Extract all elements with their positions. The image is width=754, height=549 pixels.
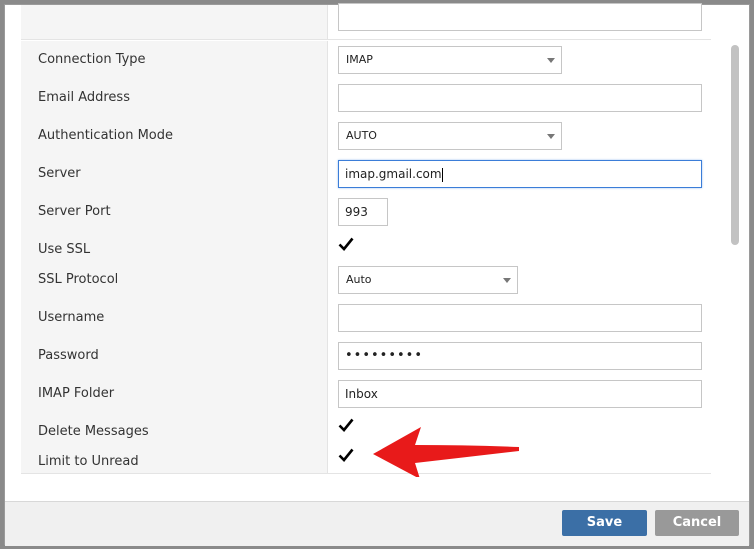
server-field[interactable]: imap.gmail.com (338, 160, 702, 188)
form-row-authentication-mode: Authentication Mode AUTO (21, 117, 712, 156)
form-row-server-port: Server Port 993 (21, 193, 712, 232)
username-field[interactable] (338, 304, 702, 332)
ssl-protocol-value-cell: Auto (327, 261, 712, 299)
use-ssl-label-cell: Use SSL (21, 231, 327, 261)
text-cursor (441, 167, 443, 182)
vertical-scrollbar-thumb[interactable] (731, 45, 739, 245)
imap-folder-field[interactable]: Inbox (338, 380, 702, 408)
limit-to-unread-label: Limit to Unread (38, 454, 139, 469)
use-ssl-value-cell (327, 231, 712, 261)
server-port-value-cell: 993 (327, 193, 712, 231)
chevron-down-icon (547, 58, 555, 63)
server-label-cell: Server (21, 155, 327, 193)
email-address-field[interactable] (338, 84, 702, 112)
chevron-down-icon (503, 278, 511, 283)
form-row-use-ssl: Use SSL (21, 231, 712, 262)
cancel-button[interactable]: Cancel (655, 510, 739, 536)
authentication-mode-label: Authentication Mode (38, 128, 173, 143)
email-settings-dialog: Connection Type IMAP Email Address Authe… (4, 3, 750, 546)
delete-messages-label: Delete Messages (38, 424, 149, 439)
form-row-partial (21, 3, 712, 40)
imap-folder-label: IMAP Folder (38, 386, 115, 401)
password-label: Password (38, 348, 99, 363)
form-row-server: Server imap.gmail.com (21, 155, 712, 194)
form-row-password: Password ••••••••• (21, 337, 712, 376)
authentication-mode-value: AUTO (346, 129, 377, 142)
dialog-footer: Save Cancel (5, 501, 749, 546)
authentication-mode-select[interactable]: AUTO (338, 122, 562, 150)
connection-type-label: Connection Type (38, 52, 146, 67)
server-value: imap.gmail.com (345, 167, 442, 181)
delete-messages-checkbox[interactable] (338, 417, 354, 433)
password-value-cell: ••••••••• (327, 337, 712, 375)
settings-form: Connection Type IMAP Email Address Authe… (21, 3, 712, 475)
connection-type-value-cell: IMAP (327, 41, 712, 79)
authentication-mode-value-cell: AUTO (327, 117, 712, 155)
partial-input-field[interactable] (338, 3, 702, 31)
connection-type-select[interactable]: IMAP (338, 46, 562, 74)
ssl-protocol-select[interactable]: Auto (338, 266, 518, 294)
save-button[interactable]: Save (562, 510, 647, 536)
server-label: Server (38, 166, 81, 181)
email-address-value-cell (327, 79, 712, 117)
server-value-cell: imap.gmail.com (327, 155, 712, 193)
authentication-mode-label-cell: Authentication Mode (21, 117, 327, 155)
imap-folder-value-cell: Inbox (327, 375, 712, 413)
username-label-cell: Username (21, 299, 327, 337)
chevron-down-icon (547, 134, 555, 139)
limit-to-unread-label-cell: Limit to Unread (21, 443, 327, 473)
imap-folder-label-cell: IMAP Folder (21, 375, 327, 413)
server-port-label-cell: Server Port (21, 193, 327, 231)
use-ssl-label: Use SSL (38, 242, 91, 257)
red-arrow-annotation-icon (373, 427, 519, 477)
email-address-label: Email Address (38, 90, 130, 105)
form-row-label-cell (21, 5, 327, 39)
connection-type-value: IMAP (346, 53, 373, 66)
delete-messages-label-cell: Delete Messages (21, 413, 327, 443)
ssl-protocol-label: SSL Protocol (38, 272, 119, 287)
form-row-delete-messages: Delete Messages (21, 413, 712, 444)
form-row-email-address: Email Address (21, 79, 712, 118)
form-row-value-cell (327, 3, 712, 39)
form-row-ssl-protocol: SSL Protocol Auto (21, 261, 712, 300)
form-row-imap-folder: IMAP Folder Inbox (21, 375, 712, 414)
form-row-connection-type: Connection Type IMAP (21, 41, 712, 80)
username-value-cell (327, 299, 712, 337)
email-address-label-cell: Email Address (21, 79, 327, 117)
username-label: Username (38, 310, 105, 325)
password-label-cell: Password (21, 337, 327, 375)
ssl-protocol-label-cell: SSL Protocol (21, 261, 327, 299)
use-ssl-checkbox[interactable] (338, 236, 354, 252)
limit-to-unread-checkbox[interactable] (338, 447, 354, 463)
password-field[interactable]: ••••••••• (338, 342, 702, 370)
form-row-limit-to-unread: Limit to Unread (21, 443, 712, 474)
connection-type-label-cell: Connection Type (21, 41, 327, 79)
ssl-protocol-value: Auto (346, 273, 372, 286)
server-port-field[interactable]: 993 (338, 198, 388, 226)
server-port-label: Server Port (38, 204, 111, 219)
form-row-username: Username (21, 299, 712, 338)
